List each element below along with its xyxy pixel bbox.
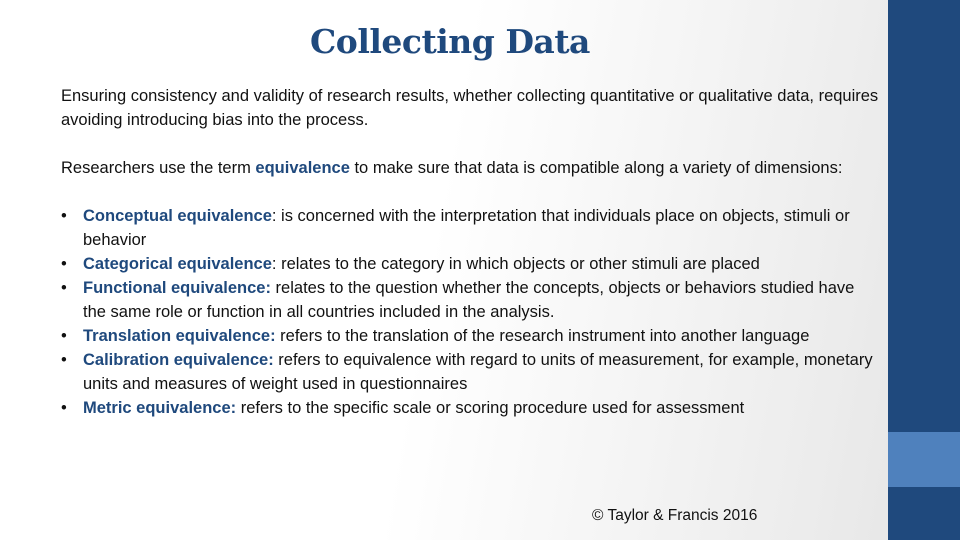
definition-term: equivalence <box>255 159 350 177</box>
bullet-icon: • <box>61 207 67 225</box>
bullet-icon: • <box>61 279 67 297</box>
equivalence-list: • Conceptual equivalence: is concerned wi… <box>61 204 881 420</box>
side-decoration-accent <box>888 432 960 487</box>
slide-title: Collecting Data <box>310 22 590 61</box>
item-text: refers to the translation of the researc… <box>275 327 810 345</box>
item-term: Calibration equivalence: <box>83 351 274 369</box>
item-term: Categorical equivalence <box>83 255 272 273</box>
item-term: Functional equivalence: <box>83 279 271 297</box>
list-item: • Functional equivalence: relates to the … <box>61 276 881 324</box>
definition-paragraph: Researchers use the term equivalence to … <box>61 156 881 180</box>
bullet-icon: • <box>61 399 67 417</box>
bullet-icon: • <box>61 351 67 369</box>
copyright-footer: © Taylor & Francis 2016 <box>592 507 758 524</box>
slide: Collecting Data Ensuring consistency and… <box>0 0 960 540</box>
slide-body: Ensuring consistency and validity of res… <box>61 84 881 420</box>
list-item: • Translation equivalence: refers to the … <box>61 324 881 348</box>
list-item: • Categorical equivalence: relates to the… <box>61 252 881 276</box>
definition-after: to make sure that data is compatible alo… <box>349 159 843 177</box>
item-text: refers to the specific scale or scoring … <box>236 399 745 417</box>
item-term: Translation equivalence: <box>83 327 276 345</box>
intro-paragraph: Ensuring consistency and validity of res… <box>61 87 879 129</box>
list-item: • Metric equivalence: refers to the speci… <box>61 396 881 420</box>
definition-before: Researchers use the term <box>61 159 256 177</box>
item-text: : relates to the category in which objec… <box>271 255 760 273</box>
bullet-icon: • <box>61 327 67 345</box>
bullet-icon: • <box>61 255 67 273</box>
list-item: • Calibration equivalence: refers to equi… <box>61 348 881 396</box>
item-term: Conceptual equivalence <box>83 207 272 225</box>
item-term: Metric equivalence: <box>83 399 237 417</box>
list-item: • Conceptual equivalence: is concerned wi… <box>61 204 881 252</box>
